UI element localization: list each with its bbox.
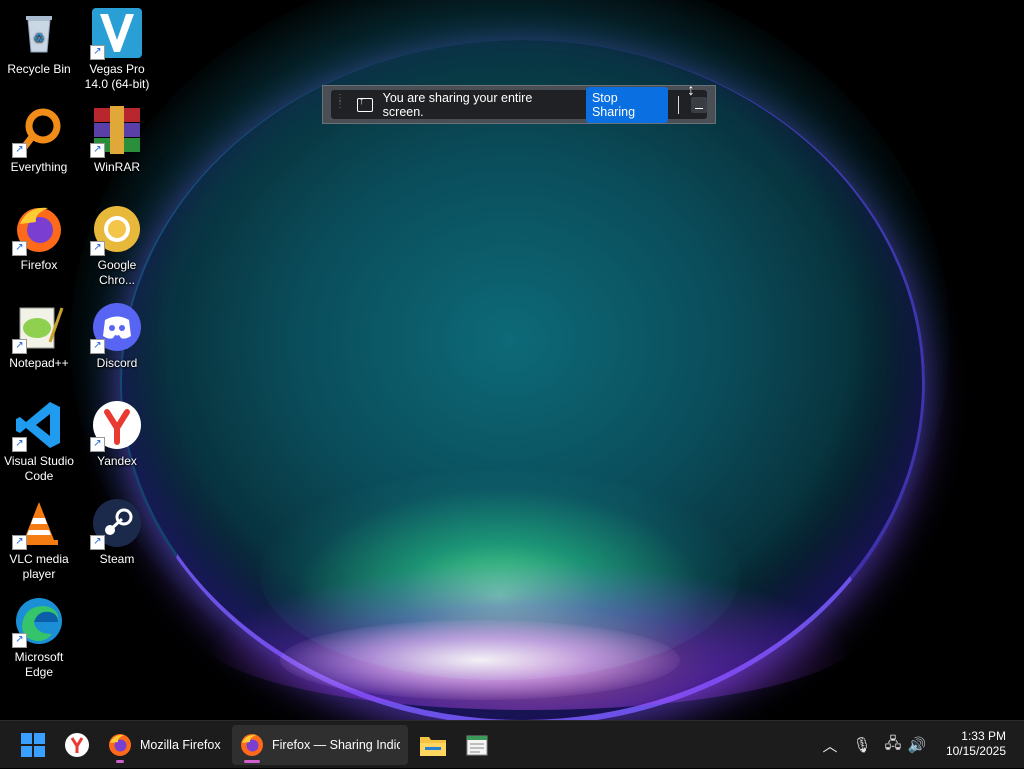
discord-icon: ↗ bbox=[90, 302, 142, 354]
sharing-indicator-toolbar: ⋮⋮ You are sharing your entire screen. S… bbox=[331, 86, 707, 123]
desktop-icon-everything[interactable]: ↗ Everything bbox=[0, 106, 78, 175]
recycle-bin-icon: ♻ bbox=[14, 8, 64, 58]
desktop-icon-vlc[interactable]: ↗ VLC media player bbox=[0, 498, 78, 582]
shortcut-arrow-icon: ↗ bbox=[12, 143, 27, 158]
divider bbox=[678, 95, 680, 114]
icon-label: Everything bbox=[10, 160, 68, 174]
chrome-icon: ↗ bbox=[90, 204, 142, 256]
svg-text:♻: ♻ bbox=[34, 31, 45, 45]
edge-icon: ↗ bbox=[12, 596, 64, 648]
wallpaper-glow-white bbox=[280, 620, 680, 700]
desktop-icon-microsoft-edge[interactable]: ↗ Microsoft Edge bbox=[0, 596, 78, 680]
firefox-icon bbox=[241, 734, 263, 756]
icon-label: Notepad++ bbox=[9, 356, 69, 370]
drag-handle-icon[interactable]: ⋮ ⋮ bbox=[335, 93, 345, 114]
taskbar-item-label: Firefox — Sharing Indica bbox=[272, 738, 400, 752]
taskbar-mozilla-firefox[interactable]: Mozilla Firefox bbox=[102, 725, 232, 765]
shortcut-arrow-icon: ↗ bbox=[12, 241, 27, 256]
desktop-icon-discord[interactable]: ↗ Discord bbox=[78, 302, 156, 371]
start-button[interactable] bbox=[14, 725, 52, 765]
running-indicator bbox=[116, 760, 124, 763]
taskbar-notepad[interactable] bbox=[458, 725, 496, 765]
taskbar-item-label: Mozilla Firefox bbox=[140, 738, 221, 752]
yandex-icon bbox=[65, 733, 89, 757]
icon-label: Vegas Pro 14.0 (64-bit) bbox=[84, 62, 150, 91]
shortcut-arrow-icon: ↗ bbox=[12, 535, 27, 550]
icon-label: Visual Studio Code bbox=[4, 454, 74, 483]
winrar-icon: ↗ bbox=[90, 106, 142, 158]
taskbar: Mozilla Firefox Firefox — Sharing Indica… bbox=[0, 720, 1024, 768]
resize-cursor-icon: ↕ bbox=[687, 82, 695, 99]
icon-label: Steam bbox=[99, 552, 135, 566]
desktop-icon-notepad-plus-plus[interactable]: ↗ Notepad++ bbox=[0, 302, 78, 371]
windows-logo-icon bbox=[21, 733, 45, 757]
sharing-indicator-window[interactable]: ⋮⋮ You are sharing your entire screen. S… bbox=[322, 85, 716, 124]
system-tray: ︿ 🎙 🖧 🔊 bbox=[820, 721, 928, 769]
taskbar-firefox-sharing-indicator[interactable]: Firefox — Sharing Indica bbox=[232, 725, 408, 765]
steam-icon: ↗ bbox=[90, 498, 142, 550]
icon-label: Discord bbox=[96, 356, 138, 370]
microphone-icon[interactable]: 🎙 bbox=[852, 736, 872, 754]
desktop-icon-vegas-pro[interactable]: ↗ Vegas Pro 14.0 (64-bit) bbox=[78, 8, 156, 92]
desktop-icon-winrar[interactable]: ↗ WinRAR bbox=[78, 106, 156, 175]
icon-label: VLC media player bbox=[9, 552, 69, 581]
network-icon[interactable]: 🖧 bbox=[882, 733, 904, 758]
icon-label: Google Chro... bbox=[97, 258, 137, 287]
vlc-cone-icon: ↗ bbox=[12, 498, 64, 550]
firefox-icon bbox=[109, 734, 131, 756]
shortcut-arrow-icon: ↗ bbox=[90, 45, 105, 60]
vs-code-icon: ↗ bbox=[12, 400, 64, 452]
taskbar-file-explorer[interactable] bbox=[414, 725, 452, 765]
notepad-icon bbox=[466, 735, 488, 756]
notepad-plus-plus-icon: ↗ bbox=[12, 302, 64, 354]
chevron-up-icon[interactable]: ︿ bbox=[820, 735, 840, 756]
shortcut-arrow-icon: ↗ bbox=[90, 143, 105, 158]
desktop-icon-recycle-bin[interactable]: ♻ Recycle Bin bbox=[0, 8, 78, 77]
everything-search-icon: ↗ bbox=[12, 106, 64, 158]
desktop-icon-vs-code[interactable]: ↗ Visual Studio Code bbox=[0, 400, 78, 484]
icon-label: WinRAR bbox=[93, 160, 140, 174]
desktop-icon-google-chrome[interactable]: ↗ Google Chro... bbox=[78, 204, 156, 288]
screen-share-icon bbox=[357, 95, 373, 112]
active-indicator bbox=[244, 760, 260, 763]
desktop-icon-yandex[interactable]: ↗ Yandex bbox=[78, 400, 156, 469]
shortcut-arrow-icon: ↗ bbox=[90, 339, 105, 354]
icon-label: Recycle Bin bbox=[7, 62, 71, 76]
vegas-pro-icon: ↗ bbox=[90, 8, 142, 60]
shortcut-arrow-icon: ↗ bbox=[12, 437, 27, 452]
shortcut-arrow-icon: ↗ bbox=[12, 633, 27, 648]
shortcut-arrow-icon: ↗ bbox=[90, 437, 105, 452]
yandex-icon: ↗ bbox=[90, 400, 142, 452]
icon-label: Microsoft Edge bbox=[14, 650, 64, 679]
firefox-icon: ↗ bbox=[12, 204, 64, 256]
sharing-message: You are sharing your entire screen. bbox=[382, 90, 533, 119]
taskbar-yandex[interactable] bbox=[58, 725, 96, 765]
volume-icon[interactable]: 🔊 bbox=[906, 736, 928, 754]
clock[interactable]: 1:33 PM 10/15/2025 bbox=[946, 729, 1006, 759]
clock-time: 1:33 PM bbox=[961, 729, 1006, 743]
clock-date: 10/15/2025 bbox=[945, 744, 1006, 758]
stop-sharing-button[interactable]: Stop Sharing bbox=[585, 86, 669, 123]
icon-label: Firefox bbox=[20, 258, 58, 272]
desktop-icon-firefox[interactable]: ↗ Firefox bbox=[0, 204, 78, 273]
icon-label: Yandex bbox=[97, 454, 137, 468]
shortcut-arrow-icon: ↗ bbox=[12, 339, 27, 354]
shortcut-arrow-icon: ↗ bbox=[90, 535, 105, 550]
shortcut-arrow-icon: ↗ bbox=[90, 241, 105, 256]
desktop-icon-steam[interactable]: ↗ Steam bbox=[78, 498, 156, 567]
folder-icon bbox=[420, 737, 446, 756]
